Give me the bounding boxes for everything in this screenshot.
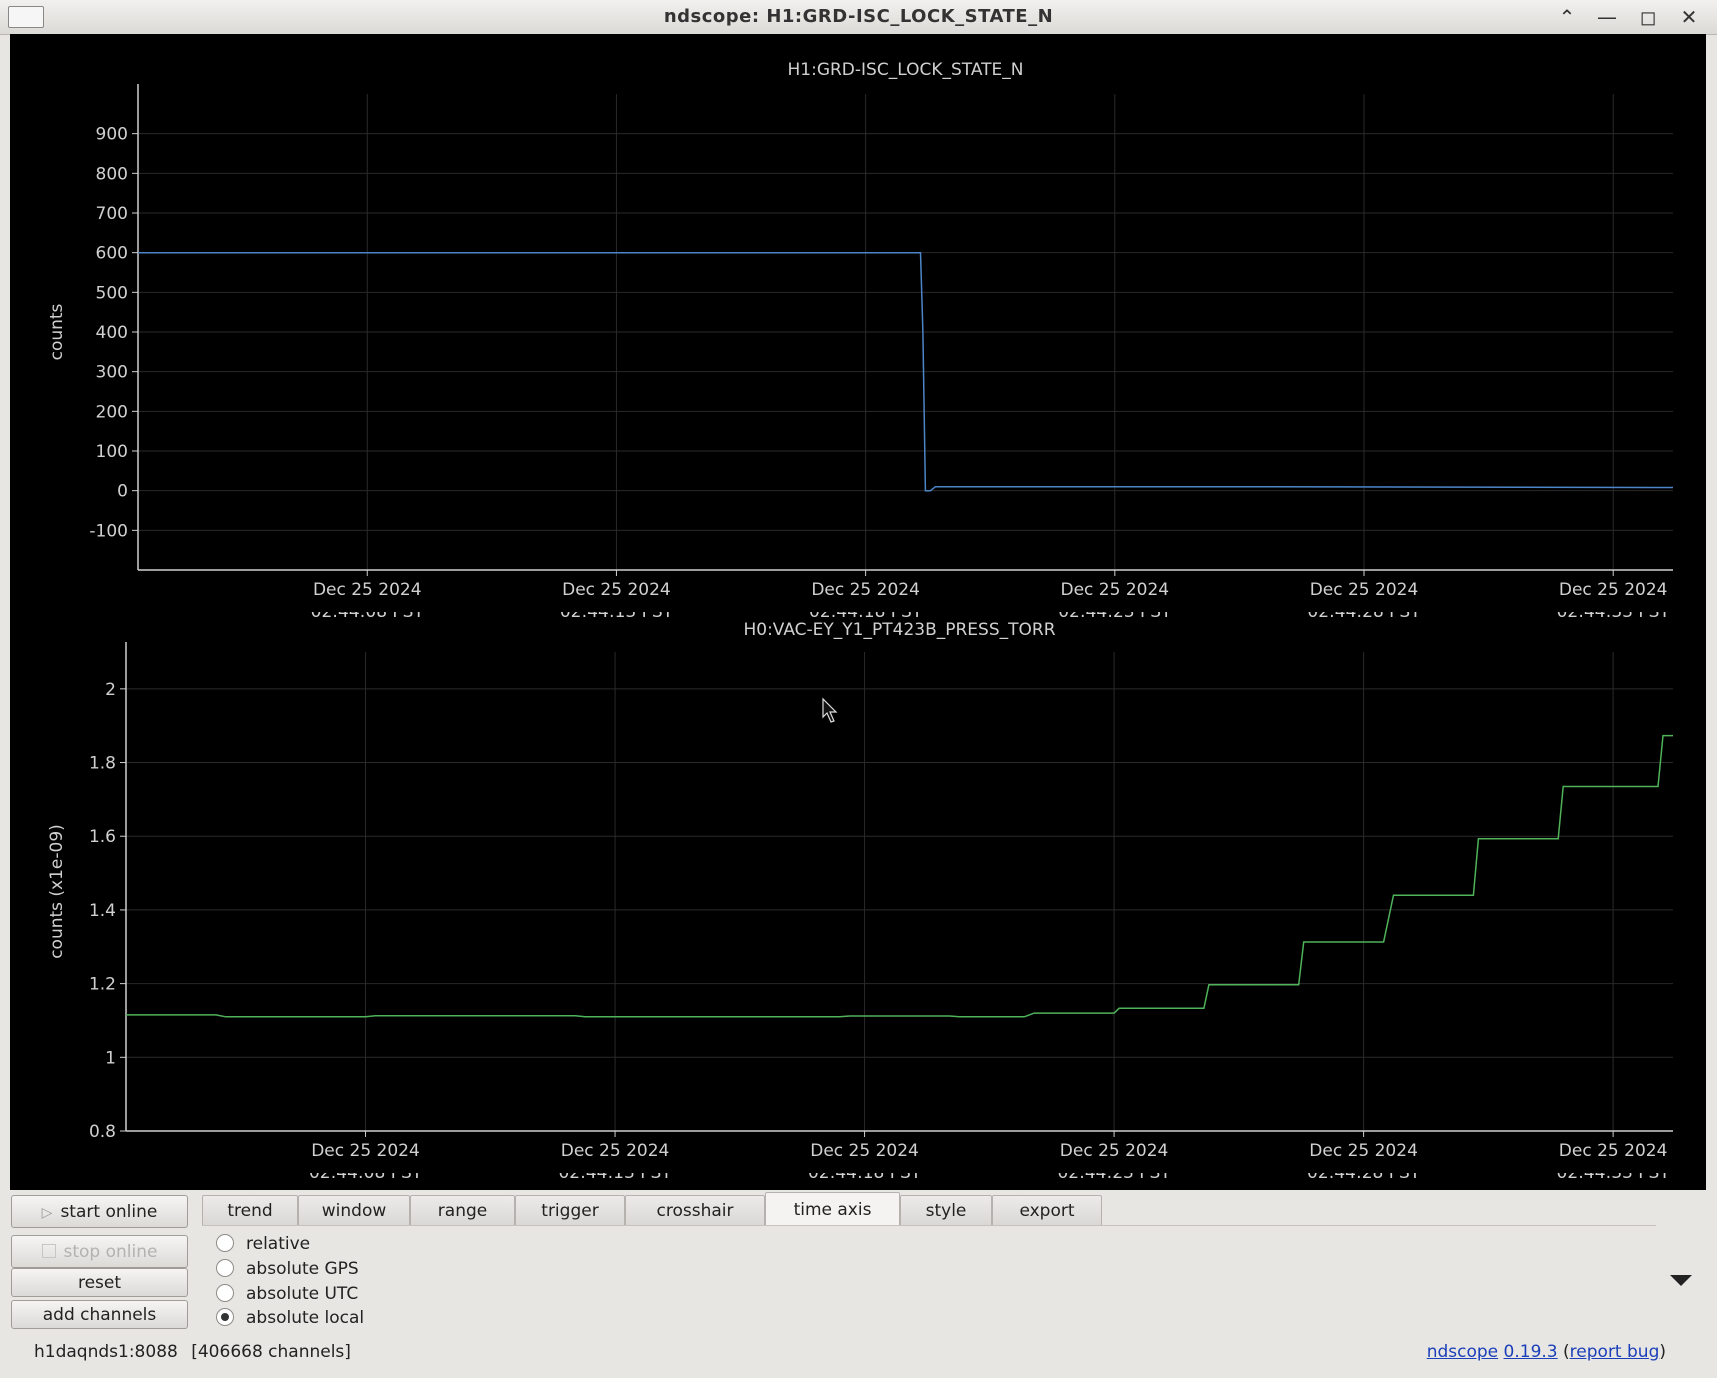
y-tick-label: -100 (89, 521, 128, 541)
y-tick-label: 0.8 (89, 1122, 116, 1142)
y-tick-label: 1.8 (89, 754, 116, 774)
tab-window[interactable]: window (298, 1195, 410, 1225)
y-tick-label: 1.4 (89, 901, 116, 921)
y-tick-label: 1 (105, 1048, 116, 1068)
mouse-cursor-icon (822, 697, 838, 723)
radio-button[interactable] (216, 1234, 234, 1252)
x-tick-label-date: Dec 25 2024 (1309, 1141, 1418, 1161)
y-tick-label: 1.6 (89, 827, 116, 847)
radio-relative[interactable]: relative (216, 1232, 310, 1256)
tab-trigger[interactable]: trigger (515, 1195, 625, 1225)
x-tick-label-date: Dec 25 2024 (810, 1141, 919, 1161)
radio-absolute-gps[interactable]: absolute GPS (216, 1257, 359, 1281)
label-mask (10, 604, 1706, 612)
tab-trend[interactable]: trend (202, 1195, 298, 1225)
x-tick-label-date: Dec 25 2024 (313, 580, 422, 600)
start-online-button[interactable]: ▷ start online (11, 1195, 188, 1228)
radio-absolute-local[interactable]: absolute local (216, 1306, 364, 1330)
ndscope-link[interactable]: ndscope (1427, 1342, 1498, 1362)
x-tick-label-date: Dec 25 2024 (1559, 580, 1668, 600)
y-tick-label: 400 (96, 323, 128, 343)
y-tick-label: 100 (96, 442, 128, 462)
right-edge-mask (1682, 34, 1706, 1190)
label-mask (10, 1165, 1706, 1173)
tab-style[interactable]: style (900, 1195, 992, 1225)
x-tick-label-date: Dec 25 2024 (1559, 1141, 1668, 1161)
y-tick-label: 1.2 (89, 975, 116, 995)
y-tick-label: 2 (105, 680, 116, 700)
tab-divider (202, 1225, 1656, 1226)
y-axis-label: counts (47, 303, 67, 360)
x-tick-label-date: Dec 25 2024 (561, 1141, 670, 1161)
maximize-icon[interactable]: ◻ (1633, 4, 1663, 30)
x-tick-label-date: Dec 25 2024 (811, 580, 920, 600)
report-bug-link[interactable]: report bug (1570, 1342, 1660, 1362)
y-tick-label: 300 (96, 363, 128, 383)
y-tick-label: 200 (96, 402, 128, 422)
x-tick-label-date: Dec 25 2024 (311, 1141, 420, 1161)
chevron-down-icon[interactable] (1670, 1275, 1692, 1286)
plot-area[interactable]: H1:GRD-ISC_LOCK_STATE_N 900 800 700 600 500 40… (10, 34, 1706, 1190)
title-bar: ndscope: H1:GRD-ISC_LOCK_STATE_N ⌃ — ◻ ✕ (0, 0, 1717, 35)
plots-svg[interactable]: H1:GRD-ISC_LOCK_STATE_N 900 800 700 600 500 40… (10, 34, 1706, 1190)
radio-absolute-utc[interactable]: absolute UTC (216, 1282, 358, 1306)
y-tick-label: 500 (96, 283, 128, 303)
tab-export[interactable]: export (992, 1195, 1102, 1225)
y-tick-label: 600 (96, 244, 128, 264)
radio-button-selected[interactable] (216, 1308, 234, 1326)
y-tick-label: 900 (96, 125, 128, 145)
radio-button[interactable] (216, 1284, 234, 1302)
reset-button[interactable]: reset (11, 1268, 188, 1297)
x-tick-label-date: Dec 25 2024 (1060, 1141, 1169, 1161)
version-link[interactable]: 0.19.3 (1504, 1342, 1558, 1362)
x-tick-label-date: Dec 25 2024 (562, 580, 671, 600)
tab-time-axis[interactable]: time axis (765, 1192, 900, 1226)
y-tick-label: 700 (96, 204, 128, 224)
control-panel: ▷ start online stop online reset add chan… (10, 1190, 1706, 1378)
close-icon[interactable]: ✕ (1674, 4, 1704, 30)
window-title: ndscope: H1:GRD-ISC_LOCK_STATE_N (663, 6, 1054, 27)
y-tick-label: 0 (117, 482, 128, 502)
tab-crosshair[interactable]: crosshair (625, 1195, 765, 1225)
chevron-up-icon[interactable]: ⌃ (1552, 4, 1582, 30)
plot-title: H0:VAC-EY_Y1_PT423B_PRESS_TORR (743, 620, 1055, 640)
radio-button[interactable] (216, 1259, 234, 1277)
stop-icon (41, 1244, 56, 1258)
add-channels-button[interactable]: add channels (11, 1300, 188, 1329)
x-tick-label-date: Dec 25 2024 (1310, 580, 1419, 600)
channel-count: [406668 channels] (191, 1342, 351, 1362)
stop-online-button: stop online (11, 1235, 188, 1268)
y-axis-label: counts (x1e-09) (47, 824, 67, 959)
y-tick-label: 800 (96, 164, 128, 184)
series-line (126, 734, 1673, 1018)
plot-title: H1:GRD-ISC_LOCK_STATE_N (788, 60, 1024, 80)
x-tick-label-date: Dec 25 2024 (1061, 580, 1170, 600)
minimize-icon[interactable]: — (1592, 4, 1622, 30)
play-icon: ▷ (41, 1205, 53, 1221)
server-address: h1daqnds1:8088 (34, 1342, 178, 1362)
status-bar: h1daqnds1:8088 [406668 channels] (34, 1342, 351, 1362)
tab-range[interactable]: range (410, 1195, 515, 1225)
version-info: ndscope 0.19.3 (report bug) (1426, 1342, 1666, 1362)
